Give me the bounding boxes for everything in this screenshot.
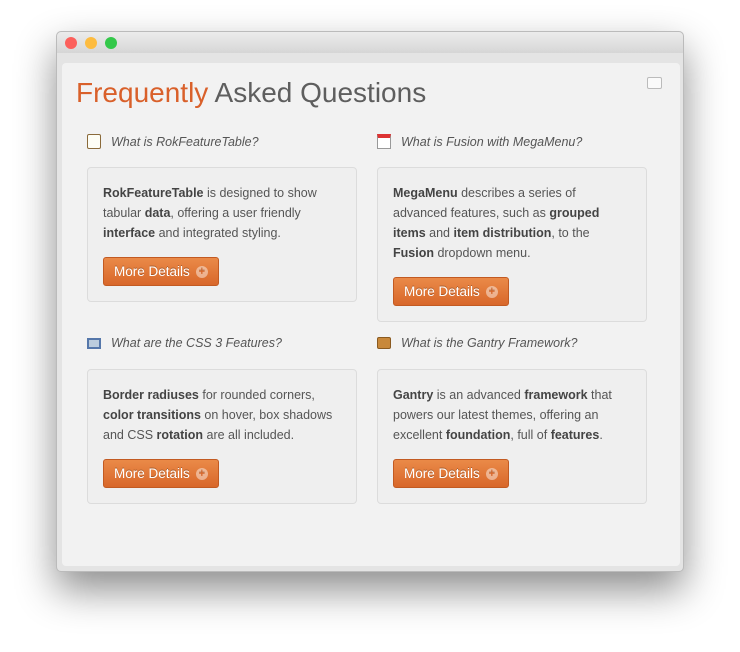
more-details-button[interactable]: More Details + bbox=[103, 459, 219, 488]
text: dropdown menu. bbox=[433, 246, 531, 260]
minimize-button[interactable] bbox=[85, 37, 97, 49]
more-details-button[interactable]: More Details + bbox=[103, 257, 219, 286]
text: , offering a user friendly bbox=[170, 206, 301, 220]
faq-question: What is the Gantry Framework? bbox=[377, 336, 577, 350]
bold-text: rotation bbox=[156, 428, 204, 442]
bold-text: RokFeatureTable bbox=[103, 186, 204, 200]
text: , to the bbox=[551, 226, 590, 240]
bold-text: interface bbox=[103, 226, 156, 240]
calendar-icon bbox=[377, 134, 391, 149]
faq-question: What is Fusion with MegaMenu? bbox=[377, 134, 582, 149]
card-body: Gantry is an advanced framework that pow… bbox=[393, 385, 631, 445]
briefcase-icon bbox=[377, 337, 391, 349]
faq-card: Border radiuses for rounded corners, col… bbox=[87, 369, 357, 504]
text: and integrated styling. bbox=[155, 226, 281, 240]
card-body: RokFeatureTable is designed to show tabu… bbox=[103, 183, 341, 243]
faq-card: Gantry is an advanced framework that pow… bbox=[377, 369, 647, 504]
faq-panel: Frequently Asked Questions What is RokFe… bbox=[62, 63, 680, 566]
close-button[interactable] bbox=[65, 37, 77, 49]
button-label: More Details bbox=[404, 465, 480, 481]
comment-icon[interactable] bbox=[647, 77, 662, 89]
faq-card: RokFeatureTable is designed to show tabu… bbox=[87, 167, 357, 302]
text: are all included. bbox=[203, 428, 295, 442]
page-title: Frequently Asked Questions bbox=[76, 77, 426, 109]
faq-question: What are the CSS 3 Features? bbox=[87, 336, 282, 350]
faq-card: MegaMenu describes a series of advanced … bbox=[377, 167, 647, 322]
bold-text: framework bbox=[524, 388, 588, 402]
button-label: More Details bbox=[114, 263, 190, 279]
bold-text: data bbox=[144, 206, 171, 220]
bold-text: color transitions bbox=[103, 408, 201, 422]
title-highlight: Frequently bbox=[76, 77, 209, 108]
plus-icon: + bbox=[485, 285, 498, 298]
button-label: More Details bbox=[114, 465, 190, 481]
question-text: What are the CSS 3 Features? bbox=[111, 336, 282, 350]
text: is an advanced bbox=[433, 388, 525, 402]
plus-icon: + bbox=[195, 467, 208, 480]
plus-icon: + bbox=[485, 467, 498, 480]
question-text: What is RokFeatureTable? bbox=[111, 134, 259, 149]
card-body: MegaMenu describes a series of advanced … bbox=[393, 183, 631, 263]
title-bar bbox=[57, 32, 683, 53]
more-details-button[interactable]: More Details + bbox=[393, 277, 509, 306]
bold-text: item distribution bbox=[453, 226, 552, 240]
bold-text: Border radiuses bbox=[103, 388, 199, 402]
bold-text: foundation bbox=[445, 428, 511, 442]
button-label: More Details bbox=[404, 283, 480, 299]
app-window: Frequently Asked Questions What is RokFe… bbox=[56, 31, 684, 572]
text: and bbox=[425, 226, 454, 240]
card-body: Border radiuses for rounded corners, col… bbox=[103, 385, 341, 445]
text: . bbox=[599, 428, 603, 442]
bold-text: Fusion bbox=[393, 246, 434, 260]
bold-text: features bbox=[550, 428, 600, 442]
monitor-icon bbox=[87, 337, 101, 349]
text: , full of bbox=[510, 428, 551, 442]
question-text: What is Fusion with MegaMenu? bbox=[401, 134, 583, 149]
more-details-button[interactable]: More Details + bbox=[393, 459, 509, 488]
faq-question: What is RokFeatureTable? bbox=[87, 134, 259, 149]
bold-text: Gantry bbox=[393, 388, 434, 402]
clipboard-icon bbox=[87, 134, 101, 149]
bold-text: MegaMenu bbox=[393, 186, 458, 200]
plus-icon: + bbox=[195, 265, 208, 278]
question-text: What is the Gantry Framework? bbox=[401, 336, 578, 350]
title-rest: Asked Questions bbox=[208, 77, 427, 108]
zoom-button[interactable] bbox=[105, 37, 117, 49]
text: for rounded corners, bbox=[198, 388, 315, 402]
